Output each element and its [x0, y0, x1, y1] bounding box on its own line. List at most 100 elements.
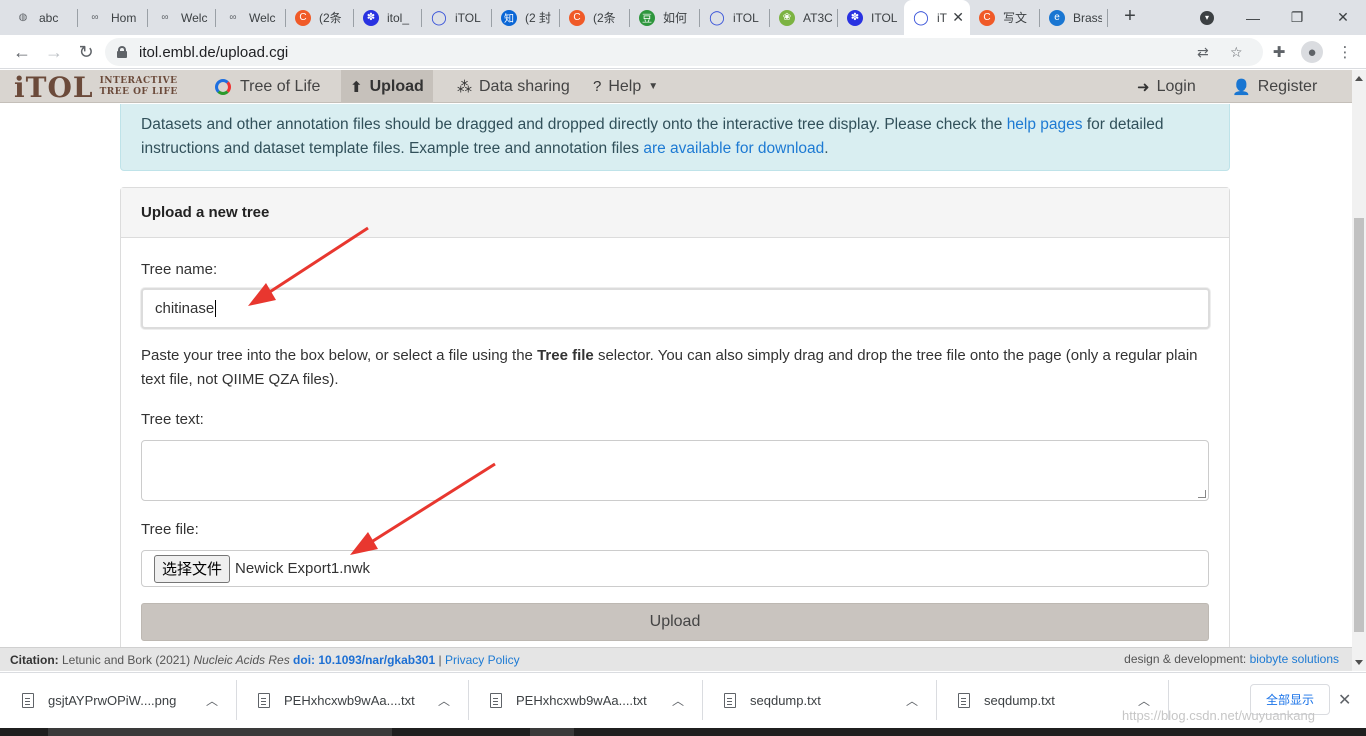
link-icon: ∞ — [91, 12, 99, 23]
tab-title: iTOL — [455, 10, 481, 25]
bookmark-star-icon[interactable]: ☆ — [1230, 44, 1243, 61]
address-bar[interactable]: itol.embl.de/upload.cgi ⇄ ☆ — [105, 38, 1263, 66]
download-item[interactable]: PEHxhcxwb9wAa....txt ︿ — [236, 680, 468, 720]
chevron-up-icon[interactable]: ︿ — [906, 692, 918, 709]
itol-icon: ◯ — [913, 9, 929, 25]
file-icon — [724, 692, 736, 708]
download-file-name: PEHxhcxwb9wAa....txt — [284, 692, 415, 708]
close-window-button[interactable]: ✕ — [1320, 0, 1366, 35]
close-tab-icon[interactable]: ✕ — [952, 9, 964, 26]
link-icon: ∞ — [161, 12, 169, 23]
page-scrollbar[interactable] — [1352, 70, 1366, 671]
csdn-icon: C — [979, 9, 995, 26]
help-pages-link[interactable]: help pages — [1007, 116, 1083, 133]
tab-title: Welc — [249, 10, 276, 25]
chevron-up-icon[interactable]: ︿ — [438, 692, 450, 709]
choose-file-button[interactable]: 选择文件 — [154, 554, 231, 583]
privacy-policy-link[interactable]: Privacy Policy — [445, 653, 520, 667]
browser-tab[interactable]: ◍ abc — [6, 0, 78, 35]
translate-icon[interactable]: ⇄ — [1197, 44, 1209, 61]
chevron-up-icon[interactable]: ︿ — [1138, 692, 1150, 709]
zhihu-icon: 知 — [501, 9, 517, 26]
tab-search-icon[interactable]: ▾ — [1184, 0, 1230, 35]
resize-handle-icon[interactable] — [1198, 490, 1206, 498]
logo-tagline: INTERACTIVE TREE OF LIFE — [100, 76, 178, 98]
globe-icon: ◍ — [18, 12, 28, 23]
nav-help[interactable]: ? Help ▼ — [584, 70, 667, 103]
browser-tab[interactable]: 知 (2 封 — [492, 0, 560, 35]
nav-upload[interactable]: ⬆ Upload — [341, 70, 433, 103]
browser-tab[interactable]: C (2条 — [560, 0, 630, 35]
file-icon — [22, 692, 34, 708]
selected-file-name: Newick Export1.nwk — [235, 560, 371, 577]
tab-title: (2 封 — [525, 11, 552, 25]
download-examples-link[interactable]: are available for download — [643, 140, 824, 157]
nav-help-label: Help — [608, 77, 642, 95]
extensions-icon[interactable]: ✚ — [1268, 41, 1290, 63]
browser-tab[interactable]: ◯ iT ✕ — [904, 0, 970, 35]
nav-login[interactable]: ➜ Login — [1128, 70, 1205, 103]
browser-tab[interactable]: ∞ Hom — [78, 0, 148, 35]
info-text: . — [824, 140, 829, 157]
tree-name-input[interactable]: chitinase — [141, 288, 1210, 329]
question-circle-icon: ? — [593, 78, 602, 95]
nav-tree-of-life[interactable]: Tree of Life — [206, 70, 329, 103]
scroll-down-icon[interactable] — [1355, 660, 1363, 665]
panel-title: Upload a new tree — [121, 188, 1229, 238]
browser-tab[interactable]: C (2条 — [286, 0, 354, 35]
download-item[interactable]: gsjtAYPrwOPiW....png ︿ — [0, 680, 236, 720]
tab-title: Welc — [181, 10, 208, 25]
baidu-icon: ✽ — [847, 9, 863, 26]
design-credit: design & development: biobyte solutions — [1124, 652, 1339, 666]
browser-tab[interactable]: e Brass — [1040, 0, 1108, 35]
maximize-button[interactable]: ❐ — [1274, 0, 1320, 35]
minimize-button[interactable]: — — [1230, 0, 1276, 35]
tree-name-value: chitinase — [155, 300, 215, 317]
nav-login-label: Login — [1156, 77, 1196, 95]
tab-title: (2条 — [319, 11, 342, 25]
browser-tab[interactable]: ✽ ITOL — [838, 0, 904, 35]
menu-kebab-icon[interactable]: ⋮ — [1334, 41, 1356, 63]
scroll-thumb[interactable] — [1354, 218, 1364, 632]
download-file-name: seqdump.txt — [750, 692, 821, 708]
scroll-up-icon[interactable] — [1355, 76, 1363, 81]
download-item[interactable]: seqdump.txt ︿ — [702, 680, 936, 720]
browser-tab-strip: ◍ abc ∞ Hom ∞ Welc ∞ Welc C (2条 ✽ itol_ ◯ iTOL 知 (2 封 C (… — [0, 0, 1366, 35]
browser-tab[interactable]: ◯ iTOL — [700, 0, 770, 35]
download-item[interactable]: PEHxhcxwb9wAa....txt ︿ — [468, 680, 702, 720]
text-caret — [215, 300, 217, 317]
info-text: Datasets and other annotation files shou… — [141, 116, 1007, 133]
browser-tab[interactable]: ∞ Welc — [148, 0, 216, 35]
tree-file-input[interactable]: 选择文件 Newick Export1.nwk — [141, 550, 1209, 587]
reload-button[interactable]: ↻ — [72, 38, 100, 66]
browser-tab[interactable]: ∞ Welc — [216, 0, 286, 35]
browser-tab[interactable]: ◯ iTOL — [422, 0, 492, 35]
watermark-text: https://blog.csdn.net/wuyuankang — [1122, 708, 1315, 723]
baidu-icon: ✽ — [363, 9, 379, 26]
close-shelf-icon[interactable]: ✕ — [1338, 690, 1351, 710]
browser-tab[interactable]: ❀ AT3C — [770, 0, 838, 35]
file-icon — [490, 692, 502, 708]
chevron-up-icon[interactable]: ︿ — [672, 692, 684, 709]
profile-avatar[interactable]: ● — [1301, 41, 1323, 63]
tab-title: (2条 — [593, 11, 616, 25]
browser-tab[interactable]: 豆如何 — [630, 0, 700, 35]
upload-button[interactable]: Upload — [141, 603, 1209, 641]
tree-text-area[interactable] — [141, 440, 1209, 501]
logo-tagline-line-1: INTERACTIVE — [99, 76, 178, 86]
user-plus-icon: 👤 — [1232, 78, 1251, 96]
nav-data-sharing[interactable]: ⁂ Data sharing — [448, 70, 579, 103]
nav-upload-label: Upload — [369, 77, 424, 95]
back-button[interactable]: ← — [8, 38, 36, 66]
nav-register[interactable]: 👤 Register — [1223, 70, 1326, 103]
tab-title: ITOL — [871, 10, 898, 25]
forward-button[interactable]: → — [40, 38, 68, 66]
doi-link[interactable]: doi: 10.1093/nar/gkab301 — [293, 653, 435, 667]
new-tab-button[interactable]: + — [1118, 5, 1142, 29]
browser-tab[interactable]: C 写文 — [970, 0, 1040, 35]
browser-tab[interactable]: ✽ itol_ — [354, 0, 422, 35]
chevron-up-icon[interactable]: ︿ — [206, 692, 218, 709]
itol-logo[interactable]: iTOL INTERACTIVE TREE OF LIFE — [14, 71, 178, 104]
biobyte-link[interactable]: biobyte solutions — [1250, 652, 1339, 666]
paste-instructions: Paste your tree into the box below, or s… — [141, 344, 1201, 392]
